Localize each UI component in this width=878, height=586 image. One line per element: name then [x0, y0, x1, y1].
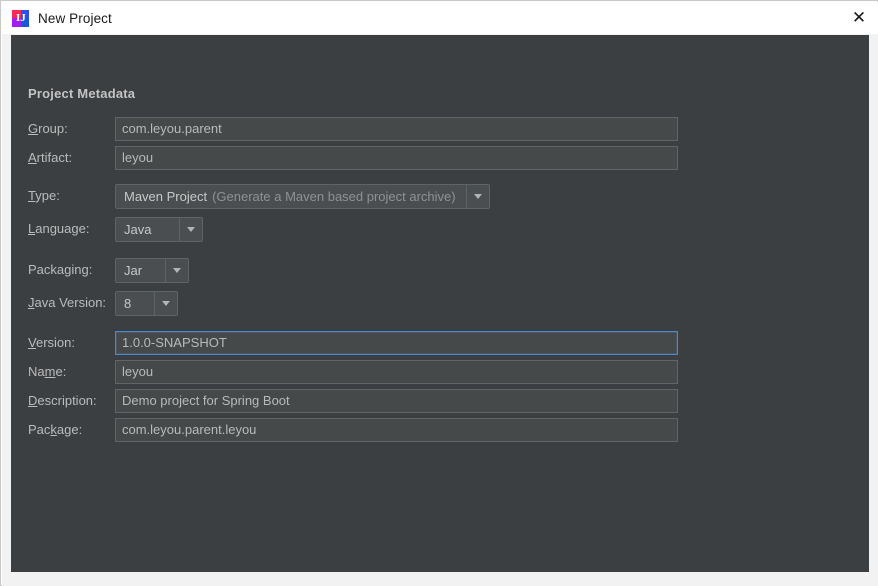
chevron-down-icon[interactable] [466, 185, 489, 208]
dropdown-java-version-value: 8 [116, 292, 154, 315]
label-type: Type: [28, 188, 60, 203]
dropdown-type[interactable]: Maven Project (Generate a Maven based pro… [115, 184, 490, 209]
dropdown-type-value-text: Maven Project [124, 189, 208, 204]
dropdown-java-version-value-text: 8 [124, 296, 132, 311]
input-description[interactable]: Demo project for Spring Boot [115, 389, 678, 413]
dropdown-packaging[interactable]: Jar [115, 258, 189, 283]
page-title: Project Metadata [28, 86, 136, 101]
dropdown-packaging-value-text: Jar [124, 263, 143, 278]
input-group[interactable]: com.leyou.parent [115, 117, 678, 141]
titlebar-left-group: IJ New Project [12, 2, 112, 34]
label-packaging: Packaging: [28, 262, 93, 277]
input-package[interactable]: com.leyou.parent.leyou [115, 418, 678, 442]
dropdown-language-value: Java [116, 218, 179, 241]
close-icon[interactable]: ✕ [846, 6, 872, 30]
intellij-idea-icon-mark: IJ [16, 11, 26, 24]
dropdown-packaging-value: Jar [116, 259, 165, 282]
label-java-version: Java Version: [28, 295, 107, 310]
dropdown-type-value: Maven Project (Generate a Maven based pro… [116, 185, 466, 208]
label-group: Group: [28, 121, 68, 136]
chevron-down-icon[interactable] [179, 218, 202, 241]
chevron-down-icon[interactable] [165, 259, 188, 282]
dropdown-type-value-hint: (Generate a Maven based project archive) [212, 189, 456, 204]
label-package: Package: [28, 422, 83, 437]
dropdown-language[interactable]: Java [115, 217, 203, 242]
input-name[interactable]: leyou [115, 360, 678, 384]
label-language: Language: [28, 221, 90, 236]
dropdown-language-value-text: Java [124, 222, 152, 237]
input-artifact[interactable]: leyou [115, 146, 678, 170]
dropdown-java-version[interactable]: 8 [115, 291, 178, 316]
window-titlebar: IJ New Project ✕ [2, 2, 878, 34]
new-project-window: IJ New Project ✕ Project Metadata Group:… [0, 0, 878, 586]
label-artifact: Artifact: [28, 150, 73, 165]
intellij-idea-icon: IJ [12, 9, 29, 27]
label-name: Name: [28, 364, 67, 379]
chevron-down-icon[interactable] [154, 292, 177, 315]
input-version[interactable]: 1.0.0-SNAPSHOT [115, 331, 678, 355]
new-project-dialog-panel: Project Metadata Group: com.leyou.parent A… [11, 35, 869, 572]
label-version: Version: [28, 335, 75, 350]
label-description: Description: [28, 393, 97, 408]
window-title: New Project [38, 10, 112, 26]
